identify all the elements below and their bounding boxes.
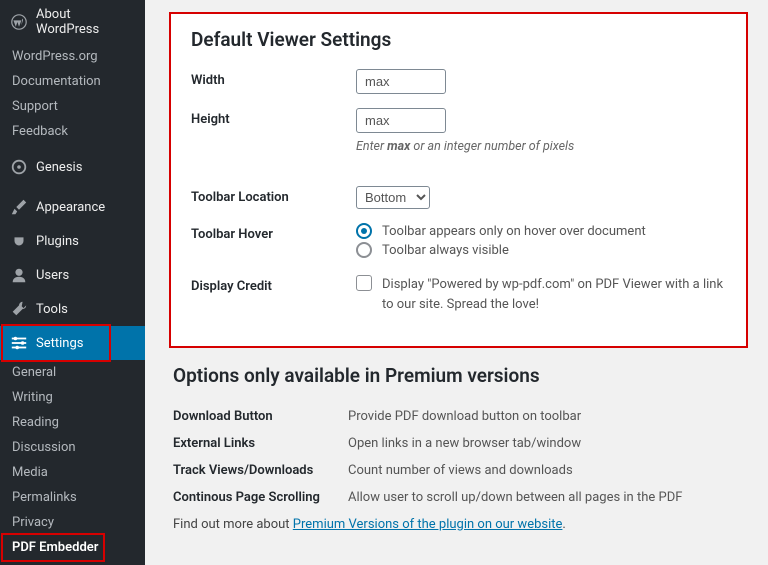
tools-menu[interactable]: Tools xyxy=(0,292,145,326)
download-button-desc: Provide PDF download button on toolbar xyxy=(348,409,744,424)
appearance-menu[interactable]: Appearance xyxy=(0,190,145,224)
display-credit-text: Display "Powered by wp-pdf.com" on PDF V… xyxy=(382,275,726,314)
wordpress-org-link[interactable]: WordPress.org xyxy=(0,44,145,69)
premium-heading: Options only available in Premium versio… xyxy=(173,364,744,387)
writing-link[interactable]: Writing xyxy=(0,385,145,410)
settings-menu[interactable]: Settings xyxy=(0,326,145,360)
users-label: Users xyxy=(36,268,69,283)
about-wordpress-item[interactable]: About WordPress xyxy=(0,0,145,44)
plugins-label: Plugins xyxy=(36,234,79,249)
wordpress-icon xyxy=(10,13,28,31)
about-wordpress-label: About WordPress xyxy=(36,7,135,37)
find-out-more: Find out more about Premium Versions of … xyxy=(173,517,744,532)
feedback-link[interactable]: Feedback xyxy=(0,119,145,144)
cont-scroll-desc: Allow user to scroll up/down between all… xyxy=(348,490,744,505)
toolbar-location-label: Toolbar Location xyxy=(191,186,356,205)
genesis-icon xyxy=(10,158,28,176)
toolbar-location-select[interactable]: Bottom xyxy=(356,186,430,209)
users-menu[interactable]: Users xyxy=(0,258,145,292)
privacy-link[interactable]: Privacy xyxy=(0,510,145,535)
admin-sidebar: About WordPress WordPress.org Documentat… xyxy=(0,0,145,565)
tools-label: Tools xyxy=(36,302,68,317)
brush-icon xyxy=(10,198,28,216)
hover-only-label: Toolbar appears only on hover over docum… xyxy=(382,224,646,239)
default-viewer-panel: Default Viewer Settings Width Height Ent… xyxy=(169,12,748,348)
general-link[interactable]: General xyxy=(0,360,145,385)
users-icon xyxy=(10,266,28,284)
sliders-icon xyxy=(10,334,28,352)
appearance-label: Appearance xyxy=(36,200,105,215)
size-hint: Enter max or an integer number of pixels xyxy=(356,139,726,154)
panel-heading: Default Viewer Settings xyxy=(191,28,726,51)
wrench-icon xyxy=(10,300,28,318)
discussion-link[interactable]: Discussion xyxy=(0,435,145,460)
pdf-embedder-label: PDF Embedder xyxy=(12,540,98,555)
premium-panel: Options only available in Premium versio… xyxy=(169,364,748,532)
height-input[interactable] xyxy=(356,108,446,133)
reading-link[interactable]: Reading xyxy=(0,410,145,435)
external-links-desc: Open links in a new browser tab/window xyxy=(348,436,744,451)
always-visible-label: Toolbar always visible xyxy=(382,243,509,258)
settings-content: Default Viewer Settings Width Height Ent… xyxy=(145,0,768,565)
always-visible-radio[interactable] xyxy=(356,242,372,258)
cont-scroll-label: Continous Page Scrolling xyxy=(173,490,348,505)
external-links-label: External Links xyxy=(173,436,348,451)
width-label: Width xyxy=(191,69,356,88)
genesis-label: Genesis xyxy=(36,160,82,175)
premium-link[interactable]: Premium Versions of the plugin on our we… xyxy=(293,517,563,532)
plugins-menu[interactable]: Plugins xyxy=(0,224,145,258)
documentation-link[interactable]: Documentation xyxy=(0,69,145,94)
track-views-desc: Count number of views and downloads xyxy=(348,463,744,478)
height-label: Height xyxy=(191,108,356,127)
permalinks-link[interactable]: Permalinks xyxy=(0,485,145,510)
display-credit-label: Display Credit xyxy=(191,275,356,294)
width-input[interactable] xyxy=(356,69,446,94)
media-link[interactable]: Media xyxy=(0,460,145,485)
support-link[interactable]: Support xyxy=(0,94,145,119)
genesis-menu[interactable]: Genesis xyxy=(0,150,145,184)
hover-only-radio[interactable] xyxy=(356,223,372,239)
pdf-embedder-link[interactable]: PDF Embedder xyxy=(0,535,145,560)
toolbar-hover-label: Toolbar Hover xyxy=(191,223,356,242)
plug-icon xyxy=(10,232,28,250)
display-credit-checkbox[interactable] xyxy=(356,275,372,291)
download-button-label: Download Button xyxy=(173,409,348,424)
track-views-label: Track Views/Downloads xyxy=(173,463,348,478)
settings-label: Settings xyxy=(36,336,83,351)
